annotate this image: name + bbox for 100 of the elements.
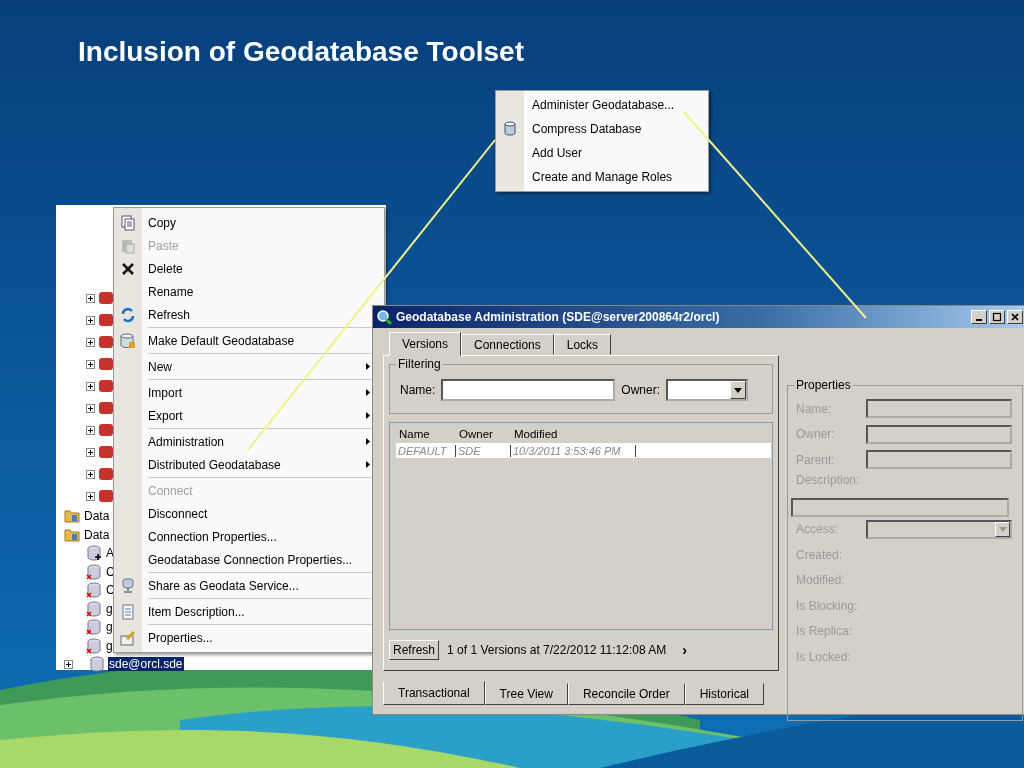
refresh-icon [120, 306, 136, 323]
tab[interactable]: Historical [684, 683, 764, 705]
status-text: 1 of 1 Versions at 7/22/2012 11:12:08 AM [447, 643, 667, 657]
tab[interactable]: Reconcile Order [567, 683, 685, 705]
menu-item[interactable]: Create and Manage Roles [496, 165, 708, 189]
dropdown-arrow-icon [734, 387, 743, 393]
next-button[interactable]: › [674, 642, 695, 658]
minimize-button[interactable] [971, 310, 987, 324]
database-icon [86, 619, 102, 636]
document-icon [120, 603, 136, 620]
folder-icon [64, 508, 80, 525]
tree-item[interactable]: sde@orcl.sde [108, 657, 184, 672]
expand-icon[interactable] [86, 293, 95, 303]
database-icon [89, 656, 105, 673]
field-label: Modified: [796, 573, 846, 588]
expand-icon[interactable] [86, 491, 95, 501]
expand-icon[interactable] [86, 315, 95, 325]
owner-dropdown[interactable] [666, 379, 749, 401]
submenu-arrow-icon [366, 461, 370, 468]
group-title: Filtering [396, 357, 443, 371]
expand-icon[interactable] [86, 337, 95, 347]
minimize-icon [976, 319, 982, 321]
submenu-arrow-icon [366, 412, 370, 419]
database-icon [86, 545, 102, 562]
group-title: Properties [794, 378, 853, 392]
tab[interactable]: Tree View [484, 683, 568, 705]
dataset-icon [98, 334, 114, 350]
dataset-icon [98, 356, 114, 372]
tree-item[interactable]: g [105, 620, 114, 635]
field-label: Name: [796, 401, 833, 416]
expand-icon[interactable] [86, 403, 95, 413]
tree-item[interactable]: g [105, 638, 114, 653]
column-header[interactable]: Name [399, 428, 459, 443]
tree-item[interactable]: g [105, 601, 114, 616]
database-icon [502, 121, 518, 137]
field-label: Owner: [796, 427, 836, 442]
field-label: Access: [796, 522, 839, 537]
field-label: Parent: [796, 452, 836, 467]
tab[interactable]: Versions [389, 332, 462, 356]
menu-item[interactable]: Compress Database [496, 117, 708, 141]
menu-item[interactable]: Copy [114, 211, 384, 234]
tab[interactable]: Connections [461, 334, 554, 355]
tree-item[interactable]: Data [83, 509, 111, 524]
submenu-arrow-icon [366, 438, 370, 445]
column-header[interactable]: Owner [459, 428, 514, 443]
field-label: Name: [400, 383, 436, 397]
database-icon [86, 582, 102, 599]
slide-title: Inclusion of Geodatabase Toolset [78, 36, 524, 68]
dataset-icon [98, 400, 114, 416]
submenu-arrow-icon [366, 389, 370, 396]
folder-icon [64, 526, 80, 543]
database-icon [86, 600, 102, 617]
dataset-icon [98, 290, 114, 306]
expand-icon[interactable] [64, 659, 73, 669]
magnifier-icon [376, 309, 392, 325]
tab[interactable]: Transactional [383, 681, 485, 705]
dataset-icon [98, 312, 114, 328]
menu-item[interactable]: Add User [496, 141, 708, 165]
expand-icon[interactable] [86, 425, 95, 435]
expand-icon[interactable] [86, 447, 95, 457]
server-icon [120, 577, 136, 594]
close-button[interactable] [1007, 310, 1023, 324]
dataset-icon [98, 422, 114, 438]
field-label: Created: [796, 547, 844, 562]
dataset-icon [98, 444, 114, 460]
menu-item[interactable]: Delete [114, 257, 384, 280]
field-label: Description: [796, 472, 861, 487]
delete-icon [120, 260, 136, 277]
close-icon [1010, 312, 1020, 322]
maximize-button[interactable] [989, 310, 1005, 324]
database-icon [86, 637, 102, 654]
version-row[interactable]: DEFAULT SDE 10/3/2011 3:53:46 PM [396, 443, 771, 458]
column-header[interactable]: Modified [514, 428, 644, 443]
name-field[interactable] [441, 379, 616, 401]
expand-icon[interactable] [86, 359, 95, 369]
database-icon [86, 563, 102, 580]
submenu-arrow-icon [366, 363, 370, 370]
dataset-icon [98, 466, 114, 482]
expand-icon[interactable] [86, 469, 95, 479]
dataset-icon [98, 488, 114, 504]
dataset-icon [98, 378, 114, 394]
properties-icon [120, 629, 136, 646]
field-label: Owner: [621, 383, 661, 397]
tree-item[interactable]: Data [83, 527, 111, 542]
tree-item[interactable]: A [105, 546, 115, 561]
table-cell: 10/3/2011 3:53:46 PM [511, 444, 636, 457]
dropdown-arrow-icon [998, 526, 1007, 532]
refresh-button[interactable]: Refresh [389, 640, 440, 660]
maximize-icon [992, 312, 1002, 322]
table-cell: DEFAULT [396, 444, 456, 457]
access-dropdown[interactable] [866, 519, 1012, 539]
expand-icon[interactable] [86, 381, 95, 391]
menu-item[interactable]: Administer Geodatabase... [496, 93, 708, 117]
tab[interactable]: Locks [553, 334, 612, 355]
window-title: Geodatabase Administration (SDE@server200864r2/orcl) [396, 310, 721, 324]
paste-icon [120, 237, 136, 254]
database-lock-icon [120, 332, 136, 349]
menu-item[interactable]: Rename [114, 280, 384, 303]
table-cell: SDE [456, 444, 511, 457]
copy-icon [120, 214, 136, 231]
